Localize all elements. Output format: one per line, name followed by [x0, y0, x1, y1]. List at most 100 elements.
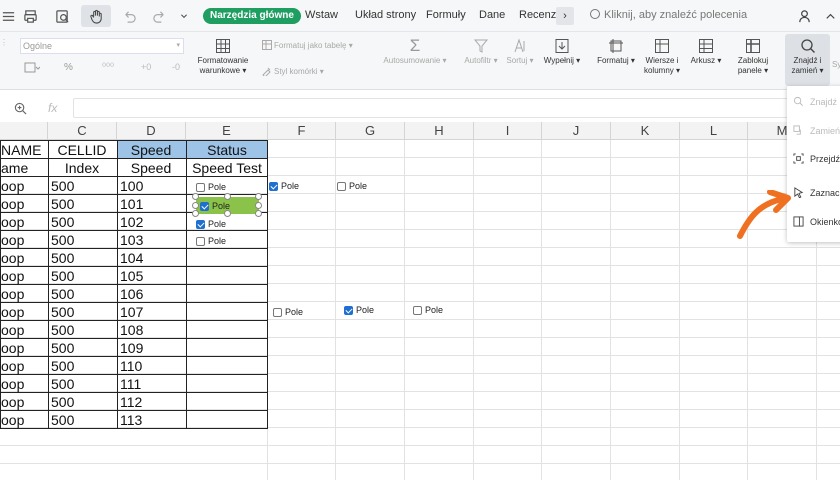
command-search[interactable]: Kliknij, aby znaleźć polecenia — [590, 9, 747, 21]
header-cell[interactable]: Speed Test — [186, 158, 268, 177]
cell-style-button[interactable]: Styl komórki ▾ — [262, 66, 324, 76]
autofilter-button[interactable]: Autofiltr ▾ — [456, 38, 506, 66]
column-header-j[interactable]: J — [542, 122, 611, 140]
table-cell[interactable]: oop — [0, 356, 49, 375]
hand-pointer-icon[interactable] — [81, 5, 111, 27]
expand-icon[interactable] — [818, 6, 840, 26]
tab-insert[interactable]: Wstaw — [305, 9, 338, 21]
table-cell[interactable]: 500 — [48, 410, 118, 429]
checkbox-control[interactable]: Pole — [196, 182, 226, 192]
column-header-f[interactable]: F — [268, 122, 336, 140]
header-cell[interactable]: Speed — [117, 140, 187, 159]
table-cell[interactable]: oop — [0, 338, 49, 357]
status-cell[interactable] — [186, 338, 268, 357]
resize-handle[interactable] — [192, 210, 199, 217]
menu-icon[interactable] — [0, 6, 20, 26]
share-user-icon[interactable] — [792, 6, 816, 26]
header-cell[interactable]: Index — [48, 158, 118, 177]
rows-columns-button[interactable]: Wiersze i kolumny ▾ — [641, 38, 683, 76]
thousands-icon[interactable]: ⁰⁰⁰ — [102, 62, 114, 73]
checkbox-box[interactable] — [196, 182, 205, 192]
zoom-icon[interactable] — [14, 102, 27, 115]
sort-button[interactable]: Sortuj ▾ — [503, 38, 537, 66]
table-cell[interactable]: 500 — [48, 284, 118, 303]
selected-checkbox-control[interactable]: Pole — [192, 193, 262, 217]
tab-review[interactable]: Recenz — [519, 9, 556, 21]
symbol-button[interactable]: Sy — [832, 60, 840, 70]
column-header-d[interactable]: D — [117, 122, 186, 140]
table-cell[interactable]: 107 — [117, 302, 187, 321]
checkbox-control[interactable]: Pole — [337, 181, 367, 191]
checkbox-control[interactable]: Pole — [273, 307, 303, 317]
menu-item-goto[interactable]: Przejdź — [793, 153, 840, 164]
print-preview-icon[interactable] — [50, 6, 74, 26]
column-header-l[interactable]: L — [680, 122, 748, 140]
table-cell[interactable]: 105 — [117, 266, 187, 285]
quick-access-dropdown-icon[interactable] — [177, 6, 191, 26]
table-cell[interactable]: 500 — [48, 374, 118, 393]
resize-handle[interactable] — [224, 193, 231, 200]
checkbox-control[interactable]: Pole — [200, 201, 230, 211]
table-cell[interactable]: 500 — [48, 392, 118, 411]
table-cell[interactable]: 111 — [117, 374, 187, 393]
table-cell[interactable]: oop — [0, 248, 49, 267]
table-cell[interactable]: 109 — [117, 338, 187, 357]
checkbox-control[interactable]: Pole — [269, 181, 299, 191]
resize-handle[interactable] — [192, 202, 199, 209]
column-header-k[interactable]: K — [611, 122, 680, 140]
percent-icon[interactable]: % — [64, 62, 73, 73]
table-cell[interactable]: oop — [0, 302, 49, 321]
resize-handle[interactable] — [224, 210, 231, 217]
status-cell[interactable] — [186, 356, 268, 375]
table-cell[interactable]: 500 — [48, 230, 118, 249]
table-cell[interactable]: 500 — [48, 194, 118, 213]
table-cell[interactable]: oop — [0, 230, 49, 249]
status-cell[interactable] — [186, 302, 268, 321]
tabs-more-button[interactable]: › — [556, 7, 574, 25]
column-header-c[interactable]: C — [48, 122, 117, 140]
format-as-table-button[interactable]: Formatuj jako tabelę ▾ — [262, 40, 353, 50]
checkbox-box[interactable] — [196, 236, 205, 246]
table-cell[interactable]: 106 — [117, 284, 187, 303]
checkbox-control[interactable]: Pole — [196, 236, 226, 246]
table-cell[interactable]: 102 — [117, 212, 187, 231]
status-cell[interactable] — [186, 392, 268, 411]
table-cell[interactable]: 500 — [48, 266, 118, 285]
checkbox-control[interactable]: Pole — [344, 305, 374, 315]
checkbox-box[interactable] — [413, 305, 422, 315]
table-cell[interactable]: 500 — [48, 338, 118, 357]
column-header[interactable] — [0, 122, 48, 140]
menu-item-select-objects[interactable]: Zaznac — [793, 187, 840, 198]
header-cell[interactable]: Speed — [117, 158, 187, 177]
status-cell[interactable] — [186, 410, 268, 429]
formula-input[interactable] — [73, 98, 840, 118]
table-cell[interactable]: 104 — [117, 248, 187, 267]
menu-item-selection-pane[interactable]: Okienko — [793, 216, 840, 227]
conditional-formatting-button[interactable]: Formatowanie warunkowe ▾ — [192, 38, 254, 76]
find-replace-button[interactable]: Znajdź i zamień ▾ — [785, 34, 830, 86]
table-cell[interactable]: oop — [0, 374, 49, 393]
header-cell[interactable]: Status — [186, 140, 268, 159]
status-cell[interactable] — [186, 320, 268, 339]
table-cell[interactable]: 500 — [48, 248, 118, 267]
cell-style-mini-icon[interactable] — [24, 62, 40, 73]
table-cell[interactable]: oop — [0, 392, 49, 411]
table-cell[interactable]: oop — [0, 194, 49, 213]
fill-button[interactable]: Wypełnij ▾ — [540, 38, 584, 66]
autosum-button[interactable]: Σ Autosumowanie ▾ — [380, 37, 450, 66]
resize-handle[interactable] — [255, 202, 262, 209]
checkbox-box[interactable] — [269, 181, 278, 191]
status-cell[interactable] — [186, 248, 268, 267]
decimal-increase-icon[interactable]: +0 — [141, 62, 151, 72]
checkbox-box[interactable] — [344, 305, 353, 315]
table-cell[interactable]: 112 — [117, 392, 187, 411]
resize-handle[interactable] — [255, 210, 262, 217]
menu-item-find[interactable]: Znajdź — [793, 96, 837, 107]
column-header-g[interactable]: G — [336, 122, 405, 140]
table-cell[interactable]: 113 — [117, 410, 187, 429]
column-header-h[interactable]: H — [405, 122, 474, 140]
status-cell[interactable] — [186, 266, 268, 285]
table-cell[interactable]: 500 — [48, 212, 118, 231]
table-cell[interactable]: 500 — [48, 320, 118, 339]
header-cell[interactable]: ame — [0, 158, 49, 177]
